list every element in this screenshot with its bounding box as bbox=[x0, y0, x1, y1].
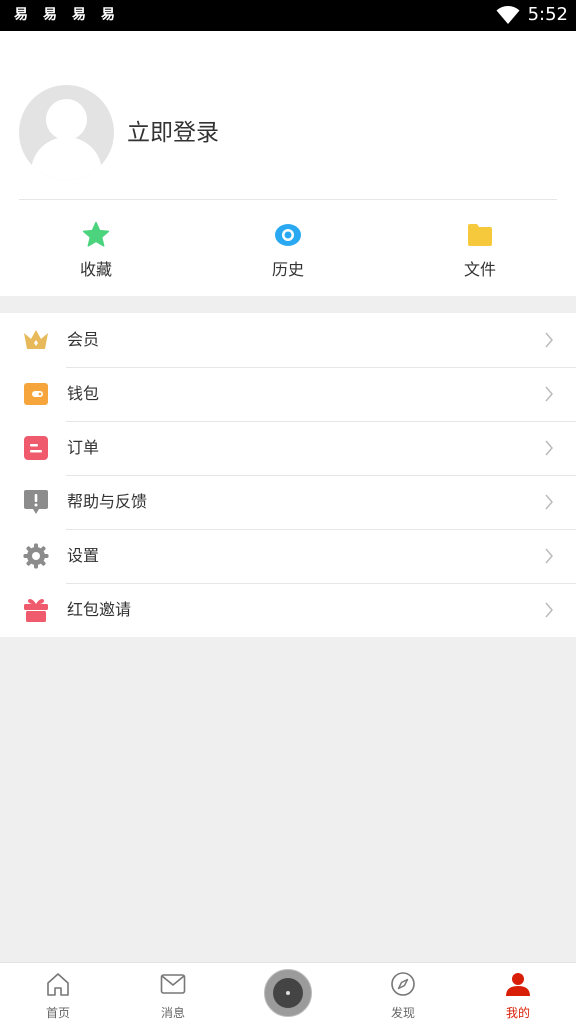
help-feedback-icon bbox=[24, 490, 48, 514]
bottom-nav: 首页 消息 发现 我的 bbox=[0, 962, 576, 1025]
menu-item-label: 红包邀请 bbox=[67, 600, 132, 619]
center-action-button[interactable] bbox=[264, 969, 312, 1017]
login-link[interactable]: 立即登录 bbox=[127, 117, 219, 149]
notification-icons: 易 易 易 易 bbox=[12, 6, 117, 24]
menu-item-label: 帮助与反馈 bbox=[67, 492, 148, 511]
order-icon bbox=[24, 436, 48, 460]
menu-item-wallet[interactable]: 钱包 bbox=[0, 367, 576, 421]
gear-icon bbox=[23, 543, 49, 569]
chevron-right-icon bbox=[545, 494, 553, 510]
nav-messages[interactable]: 消息 bbox=[133, 963, 213, 1021]
quick-favorites-label: 收藏 bbox=[79, 260, 112, 279]
nav-mine[interactable]: 我的 bbox=[478, 963, 558, 1021]
quick-files-label: 文件 bbox=[463, 260, 496, 279]
eye-icon bbox=[275, 224, 301, 246]
crown-icon bbox=[24, 330, 48, 349]
menu-item-label: 订单 bbox=[67, 438, 100, 457]
quick-files[interactable]: 文件 bbox=[420, 221, 540, 281]
compass-icon bbox=[391, 972, 415, 996]
avatar-head bbox=[46, 99, 87, 140]
wallet-icon bbox=[24, 383, 48, 405]
nav-mine-label: 我的 bbox=[505, 1006, 530, 1020]
chevron-right-icon bbox=[545, 386, 553, 402]
nav-discover-label: 发现 bbox=[390, 1006, 415, 1020]
menu-list: 会员 钱包 订单 帮助与反馈 设置 红包邀请 bbox=[0, 313, 576, 637]
home-icon bbox=[47, 973, 69, 996]
quick-favorites[interactable]: 收藏 bbox=[36, 221, 156, 281]
nav-messages-label: 消息 bbox=[160, 1006, 185, 1020]
chevron-right-icon bbox=[545, 332, 553, 348]
avatar-body bbox=[31, 137, 102, 180]
gift-icon bbox=[24, 599, 48, 622]
center-button-inner bbox=[273, 978, 303, 1008]
chevron-right-icon bbox=[545, 602, 553, 618]
quick-history-label: 历史 bbox=[271, 260, 304, 279]
nav-home[interactable]: 首页 bbox=[18, 963, 98, 1021]
app-notification-icon: 易 bbox=[43, 7, 57, 23]
menu-item-label: 会员 bbox=[67, 330, 100, 349]
menu-item-red-packet-invite[interactable]: 红包邀请 bbox=[0, 583, 576, 637]
app-notification-icon: 易 bbox=[14, 7, 28, 23]
user-icon bbox=[506, 973, 530, 996]
menu-item-settings[interactable]: 设置 bbox=[0, 529, 576, 583]
divider bbox=[19, 199, 557, 200]
chevron-right-icon bbox=[545, 440, 553, 456]
center-button-dot bbox=[286, 991, 290, 995]
status-time: 5:52 bbox=[527, 4, 568, 25]
nav-discover[interactable]: 发现 bbox=[363, 963, 443, 1021]
menu-item-label: 钱包 bbox=[67, 384, 100, 403]
avatar[interactable] bbox=[19, 85, 114, 180]
menu-item-membership[interactable]: 会员 bbox=[0, 313, 576, 367]
chevron-right-icon bbox=[545, 548, 553, 564]
quick-history[interactable]: 历史 bbox=[228, 221, 348, 281]
app-notification-icon: 易 bbox=[72, 7, 86, 23]
menu-item-help-feedback[interactable]: 帮助与反馈 bbox=[0, 475, 576, 529]
wifi-icon bbox=[496, 6, 520, 24]
mail-icon bbox=[160, 974, 186, 994]
status-bar: 易 易 易 易 5:52 bbox=[0, 0, 576, 31]
nav-home-label: 首页 bbox=[45, 1006, 70, 1020]
app-notification-icon: 易 bbox=[101, 7, 115, 23]
star-icon bbox=[82, 221, 110, 247]
profile-header: 立即登录 收藏 历史 文件 bbox=[0, 31, 576, 296]
menu-item-label: 设置 bbox=[67, 546, 100, 565]
menu-item-orders[interactable]: 订单 bbox=[0, 421, 576, 475]
folder-icon bbox=[468, 224, 492, 246]
